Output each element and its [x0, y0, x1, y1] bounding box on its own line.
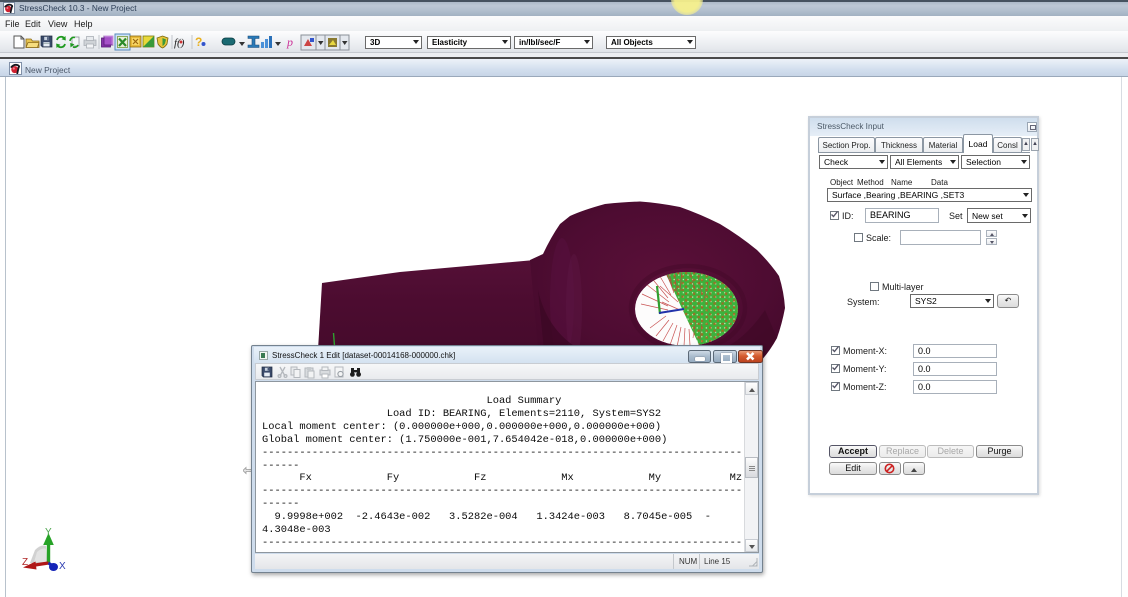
svg-text:X: X	[59, 561, 66, 572]
svg-text:?: ?	[195, 35, 202, 49]
svg-text:p: p	[286, 35, 293, 49]
svg-text:f(): f()	[174, 37, 185, 49]
svg-text:Y: Y	[45, 527, 52, 538]
svg-text:Z: Z	[22, 557, 28, 568]
